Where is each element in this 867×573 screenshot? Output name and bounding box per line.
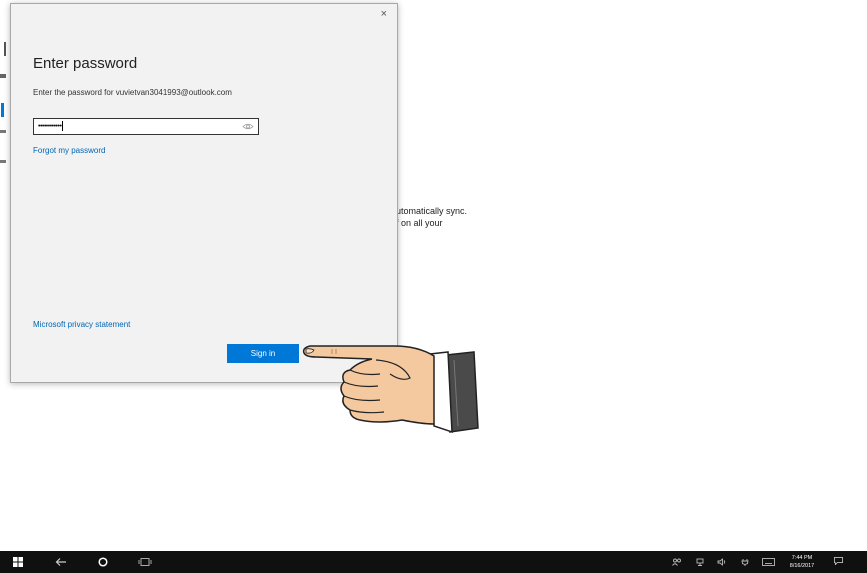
windows-start-icon xyxy=(13,557,23,567)
background-fragment xyxy=(0,74,6,78)
sign-in-dialog: × Enter password Enter the password for … xyxy=(10,3,398,383)
close-icon[interactable]: × xyxy=(381,8,387,20)
password-mask: •••••••••••• xyxy=(38,121,64,132)
background-nav-indicator xyxy=(1,103,4,117)
background-text-line2: f on all your xyxy=(396,218,443,228)
password-prompt: Enter the password for vuvietvan3041993@… xyxy=(33,88,232,97)
background-fragment xyxy=(0,130,6,133)
background-fragment xyxy=(0,42,6,56)
task-view-button[interactable] xyxy=(134,551,156,573)
password-field[interactable]: •••••••••••• xyxy=(33,118,259,135)
taskbar: 7:44 PM 8/16/2017 xyxy=(0,551,867,573)
dialog-title: Enter password xyxy=(33,55,138,72)
cortana-button[interactable] xyxy=(92,551,114,573)
network-icon[interactable] xyxy=(696,558,704,566)
background-fragment xyxy=(0,160,6,163)
text-caret xyxy=(62,121,64,132)
clock-date: 8/16/2017 xyxy=(789,563,815,569)
volume-icon[interactable] xyxy=(717,558,727,566)
background-text-line1: utomatically sync. xyxy=(396,206,468,216)
clock-time: 7:44 PM xyxy=(791,555,813,561)
task-view-icon xyxy=(138,558,152,566)
back-arrow-icon xyxy=(55,558,66,566)
sign-in-button[interactable]: Sign in xyxy=(227,344,299,363)
privacy-statement-link[interactable]: Microsoft privacy statement xyxy=(33,320,130,329)
taskbar-clock[interactable]: 7:44 PM 8/16/2017 xyxy=(782,554,822,570)
power-plug-icon[interactable] xyxy=(741,558,749,566)
forgot-password-link[interactable]: Forgot my password xyxy=(33,146,105,155)
reveal-password-icon[interactable] xyxy=(242,122,254,131)
keyboard-icon[interactable] xyxy=(762,558,775,566)
action-center-icon[interactable] xyxy=(833,557,844,565)
people-icon[interactable] xyxy=(672,558,682,566)
pointing-hand-icon xyxy=(302,345,479,434)
start-button[interactable] xyxy=(8,551,28,573)
back-button[interactable] xyxy=(50,551,72,573)
cortana-circle-icon xyxy=(98,557,108,567)
